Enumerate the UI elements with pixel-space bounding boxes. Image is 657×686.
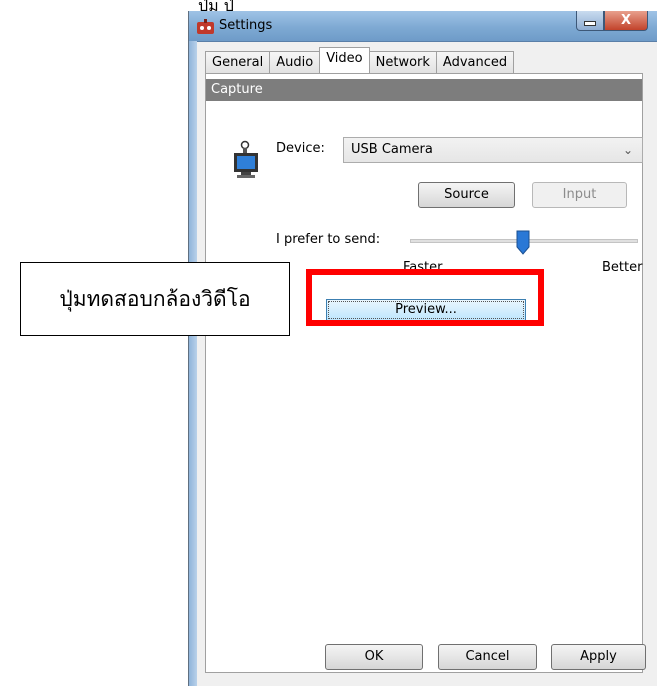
input-button[interactable]: Input [532, 182, 627, 208]
window-title: Settings [219, 18, 273, 33]
tab-advanced[interactable]: Advanced [435, 51, 515, 73]
tab-audio[interactable]: Audio [269, 51, 321, 73]
settings-window: Settings X General Audio Video Network A… [188, 11, 657, 686]
minimize-button[interactable] [576, 11, 604, 31]
tab-strip: General Audio Video Network Advanced [205, 47, 515, 73]
capture-section-header: Capture [206, 79, 642, 101]
webcam-icon [234, 140, 258, 178]
apply-button[interactable]: Apply [551, 644, 646, 670]
device-value: USB Camera [351, 142, 433, 157]
title-bar[interactable]: Settings X [189, 11, 657, 42]
caption-buttons: X [576, 11, 648, 31]
annotation-callout: ปุ่มทดสอบกล้องวิดีโอ [20, 262, 290, 336]
tab-network[interactable]: Network [368, 51, 437, 73]
device-dropdown[interactable]: USB Camera ⌄ [343, 137, 643, 163]
device-label: Device: [276, 141, 325, 156]
preview-highlight-box [306, 269, 544, 326]
minimize-icon [584, 21, 596, 26]
quality-slider-thumb[interactable] [516, 230, 530, 255]
slider-max-label: Better [602, 260, 643, 275]
tab-video[interactable]: Video [319, 47, 370, 73]
close-button[interactable]: X [604, 11, 648, 31]
window-frame-left [189, 41, 197, 686]
source-button[interactable]: Source [418, 182, 515, 208]
chevron-down-icon: ⌄ [622, 143, 633, 157]
app-icon [197, 19, 214, 34]
prefer-to-send-label: I prefer to send: [276, 232, 381, 247]
cancel-button[interactable]: Cancel [438, 644, 537, 670]
tab-general[interactable]: General [205, 51, 271, 73]
video-tab-panel: Capture Device: USB Camera ⌄ Source Inpu… [205, 73, 643, 673]
close-icon: X [620, 13, 632, 28]
ok-button[interactable]: OK [325, 644, 423, 670]
